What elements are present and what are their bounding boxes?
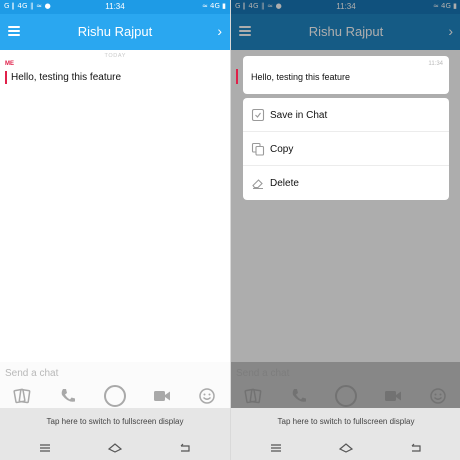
copy-icon xyxy=(251,142,265,156)
message-preview-card: 11:34 Hello, testing this feature xyxy=(243,56,449,94)
eraser-icon xyxy=(252,179,263,189)
status-bar: G ∥ 4G ∥ ≈ ● 11:34 ≈ 4G ▮ xyxy=(0,0,230,14)
menu-item-copy[interactable]: Copy xyxy=(243,132,449,166)
back-icon[interactable] xyxy=(177,440,193,456)
message-context-menu: Save in Chat Copy Delete xyxy=(243,98,449,200)
menu-item-label: Save in Chat xyxy=(270,110,328,121)
chevron-right-icon[interactable]: › xyxy=(217,23,222,39)
sender-bar xyxy=(236,69,238,84)
battery-indicators: ≈ 4G ▮ xyxy=(201,2,226,10)
chat-toolbar xyxy=(0,384,230,408)
chat-screen-context-menu: G ∥ 4G ∥ ≈ ● 11:34 ≈ 4G ▮ Rishu Rajput ›… xyxy=(231,0,460,460)
fullscreen-text: Tap here to switch to fullscreen display xyxy=(277,417,415,426)
date-divider: TODAY xyxy=(104,53,126,59)
fullscreen-text: Tap here to switch to fullscreen display xyxy=(46,417,184,426)
message-preview-text: Hello, testing this feature xyxy=(251,72,351,82)
home-icon[interactable] xyxy=(338,440,354,456)
save-in-chat-icon xyxy=(251,108,265,122)
menu-item-label: Copy xyxy=(270,144,294,155)
chat-title[interactable]: Rishu Rajput xyxy=(0,24,230,39)
status-time: 11:34 xyxy=(105,2,125,11)
chat-screen: G ∥ 4G ∥ ≈ ● 11:34 ≈ 4G ▮ Rishu Rajput ›… xyxy=(0,0,230,460)
menu-item-label: Delete xyxy=(270,178,299,189)
fullscreen-prompt[interactable]: Tap here to switch to fullscreen display xyxy=(231,408,460,436)
message-list: TODAY ME Hello, testing this feature xyxy=(0,50,230,362)
capture-button[interactable] xyxy=(104,385,126,407)
chat-header: Rishu Rajput › xyxy=(0,14,230,50)
recent-apps-icon[interactable] xyxy=(37,440,53,456)
phone-icon[interactable] xyxy=(58,387,78,405)
chat-message[interactable]: Hello, testing this feature xyxy=(11,72,121,83)
message-time: 11:34 xyxy=(428,61,443,67)
smiley-icon[interactable] xyxy=(197,387,217,405)
system-nav-bar xyxy=(231,436,460,460)
system-nav-bar xyxy=(0,436,230,460)
recent-apps-icon[interactable] xyxy=(268,440,284,456)
sender-label: ME xyxy=(5,61,14,67)
home-icon[interactable] xyxy=(107,440,123,456)
memories-icon[interactable] xyxy=(12,387,32,405)
fullscreen-prompt[interactable]: Tap here to switch to fullscreen display xyxy=(0,408,230,436)
back-icon[interactable] xyxy=(408,440,424,456)
chat-input[interactable]: Send a chat xyxy=(0,362,230,384)
chat-input-placeholder: Send a chat xyxy=(5,368,59,379)
menu-item-delete[interactable]: Delete xyxy=(243,166,449,200)
sender-bar xyxy=(5,71,7,84)
menu-item-save-in-chat[interactable]: Save in Chat xyxy=(243,98,449,132)
video-icon[interactable] xyxy=(152,387,172,405)
